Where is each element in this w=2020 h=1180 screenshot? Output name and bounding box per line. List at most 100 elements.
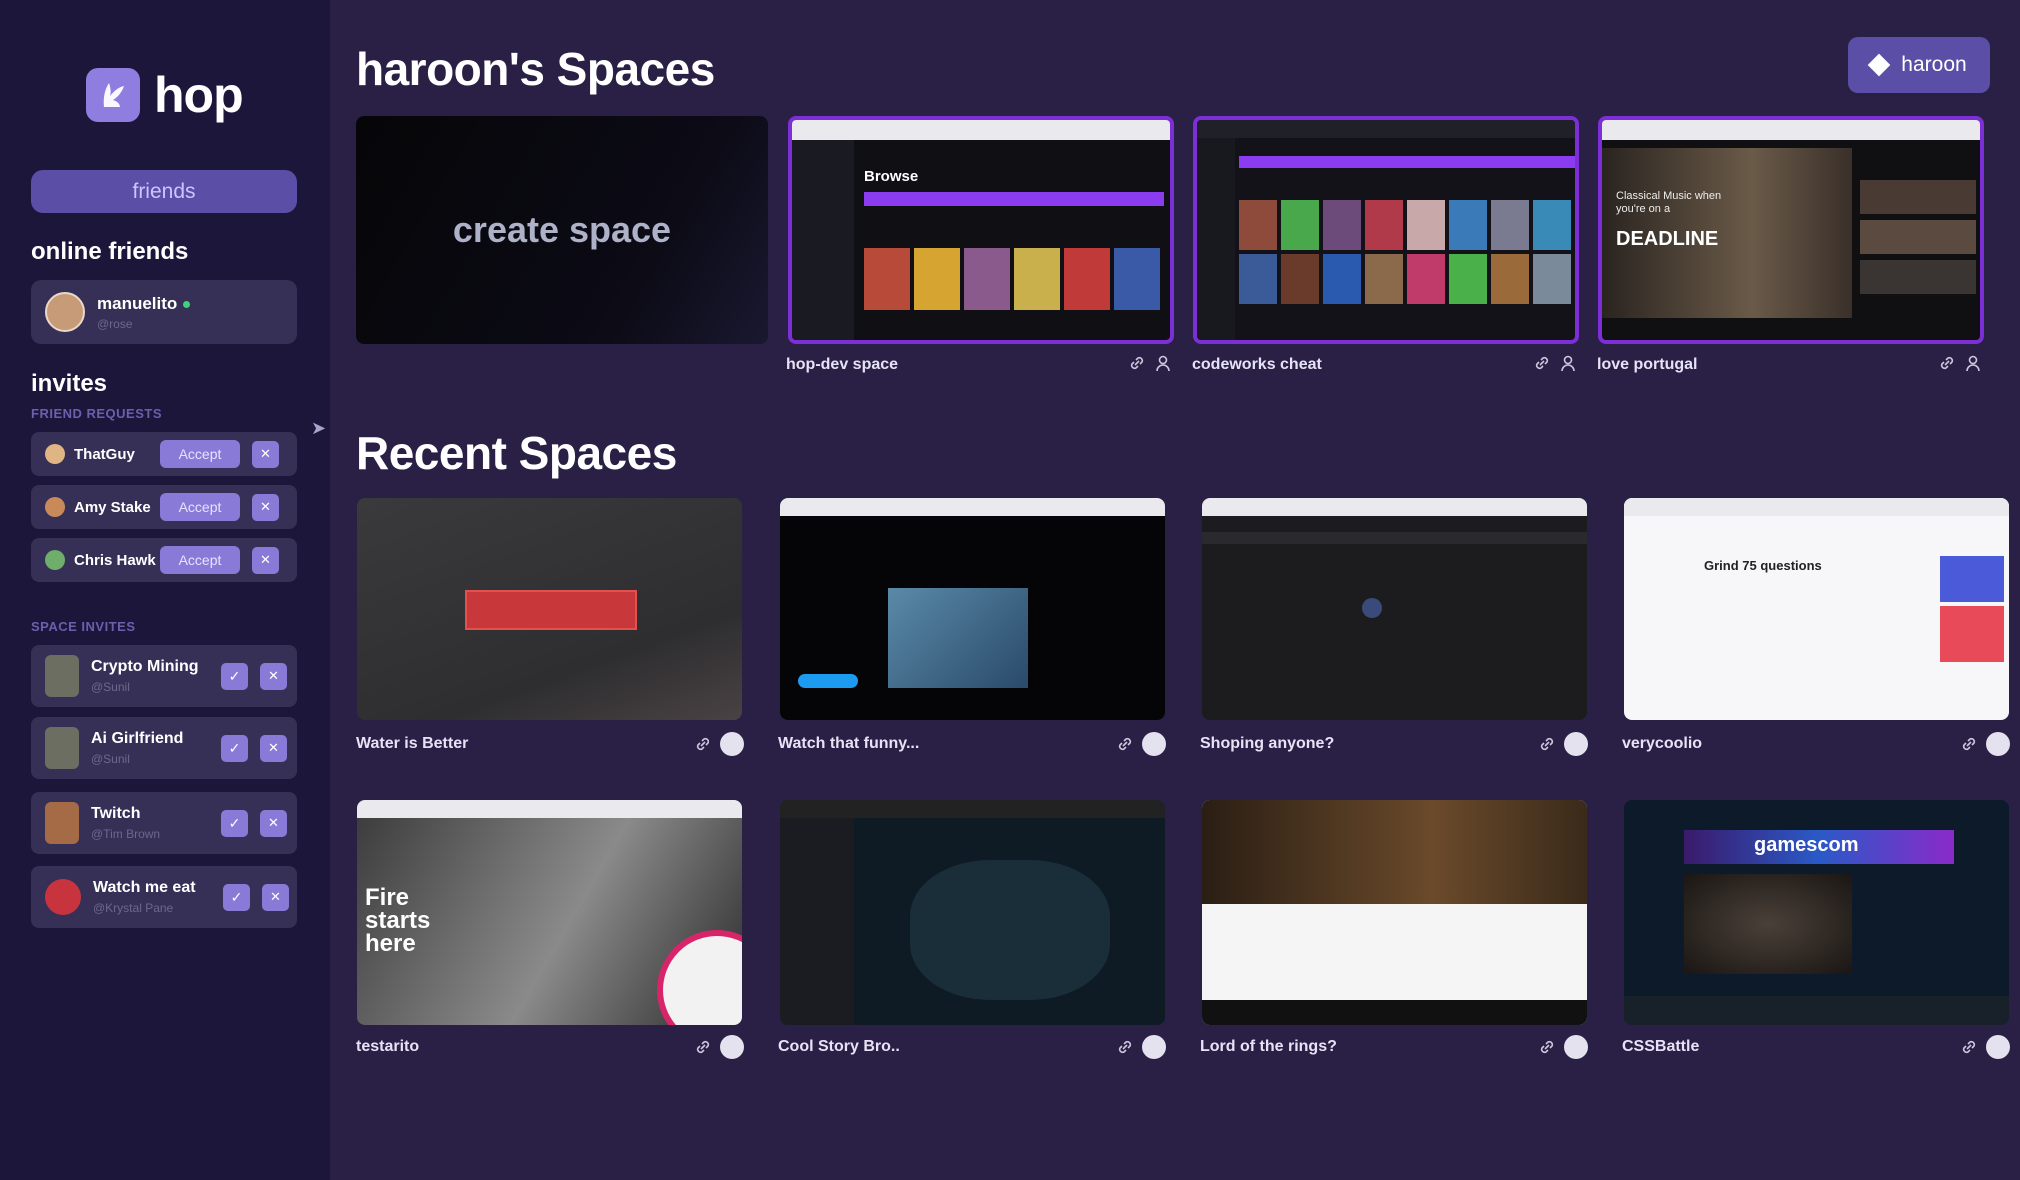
accept-button[interactable]: Accept xyxy=(160,493,240,521)
space-name[interactable]: verycoolio xyxy=(1622,735,1702,753)
mouse-cursor-icon: ➤ xyxy=(311,418,327,438)
status-toggle[interactable] xyxy=(720,1035,744,1059)
close-icon[interactable]: ✕ xyxy=(262,883,289,911)
close-icon[interactable]: ✕ xyxy=(260,662,287,690)
error-banner xyxy=(465,590,637,630)
link-icon[interactable] xyxy=(1128,354,1146,372)
reject-button[interactable]: ✕ xyxy=(252,493,279,521)
online-status-dot xyxy=(183,300,191,308)
online-friends-heading: online friends xyxy=(31,238,189,265)
link-icon[interactable] xyxy=(694,1038,712,1056)
space-invite-name: Watch me eat xyxy=(93,879,196,896)
link-icon[interactable] xyxy=(1538,735,1556,753)
space-thumbnail[interactable]: gamescom xyxy=(1624,800,2009,1025)
status-toggle[interactable] xyxy=(1564,732,1588,756)
avatar xyxy=(45,802,79,844)
friend-request-card: ThatGuy Accept ✕ xyxy=(31,432,297,476)
thumb-classical-text: Classical Music when you're on a xyxy=(1616,190,1722,215)
create-space-card[interactable]: create space xyxy=(356,116,768,344)
status-toggle[interactable] xyxy=(1142,732,1166,756)
accept-button[interactable]: Accept xyxy=(160,440,240,468)
diamond-icon xyxy=(1867,53,1891,77)
space-name[interactable]: Cool Story Bro.. xyxy=(778,1038,900,1056)
avatar xyxy=(45,550,65,570)
accept-button[interactable]: Accept xyxy=(160,546,240,574)
rabbit-icon xyxy=(86,68,140,122)
close-icon[interactable]: ✕ xyxy=(260,734,287,762)
space-thumbnail[interactable] xyxy=(780,498,1165,720)
link-icon[interactable] xyxy=(1960,735,1978,753)
user-icon[interactable] xyxy=(1559,354,1577,372)
space-name[interactable]: Water is Better xyxy=(356,735,468,753)
space-thumbnail[interactable] xyxy=(1193,116,1579,344)
space-thumbnail[interactable] xyxy=(1202,498,1587,720)
user-icon[interactable] xyxy=(1154,354,1172,372)
thumb-fire-text: here xyxy=(365,930,416,957)
space-thumbnail[interactable]: Classical Music when you're on a DEADLIN… xyxy=(1598,116,1984,344)
link-icon[interactable] xyxy=(1116,1038,1134,1056)
thumb-fire-text: Fire xyxy=(365,884,410,911)
avatar xyxy=(45,444,65,464)
link-icon[interactable] xyxy=(1116,735,1134,753)
status-toggle[interactable] xyxy=(1142,1035,1166,1059)
space-invite-handle: @Krystal Pane xyxy=(93,901,174,915)
space-invite-handle: @Sunil xyxy=(91,752,130,766)
friend-name: manuelito xyxy=(97,293,178,313)
space-name[interactable]: Watch that funny... xyxy=(778,735,919,753)
space-thumbnail[interactable] xyxy=(357,498,742,720)
check-icon[interactable]: ✓ xyxy=(221,662,248,690)
space-thumbnail[interactable] xyxy=(780,800,1165,1025)
space-invite-card: Watch me eat @Krystal Pane ✓ ✕ xyxy=(31,866,297,928)
space-thumbnail[interactable]: Fire starts here xyxy=(357,800,742,1025)
link-icon[interactable] xyxy=(1538,1038,1556,1056)
thumb-deadline-text: DEADLINE xyxy=(1616,228,1719,250)
thumb-fire-text: starts xyxy=(365,907,431,934)
space-name[interactable]: Lord of the rings? xyxy=(1200,1038,1337,1056)
user-name: haroon xyxy=(1901,53,1967,76)
thumb-browse-text: Browse xyxy=(864,168,919,185)
check-icon[interactable]: ✓ xyxy=(221,734,248,762)
user-icon[interactable] xyxy=(1964,354,1982,372)
link-icon[interactable] xyxy=(1533,354,1551,372)
space-invite-card: Crypto Mining @Sunil ✓ ✕ xyxy=(31,645,297,707)
space-name[interactable]: CSSBattle xyxy=(1622,1038,1699,1056)
space-name[interactable]: codeworks cheat xyxy=(1192,356,1322,374)
check-icon[interactable]: ✓ xyxy=(221,809,248,837)
reject-button[interactable]: ✕ xyxy=(252,546,279,574)
space-invite-name: Ai Girlfriend xyxy=(91,730,184,747)
space-thumbnail[interactable] xyxy=(1202,800,1587,1025)
space-name[interactable]: love portugal xyxy=(1597,356,1697,374)
app-logo[interactable]: hop xyxy=(86,66,244,124)
friend-handle: @rose xyxy=(97,316,133,331)
friend-request-card: Amy Stake Accept ✕ xyxy=(31,485,297,529)
status-toggle[interactable] xyxy=(1986,732,2010,756)
requester-name: Amy Stake xyxy=(74,498,151,516)
link-icon[interactable] xyxy=(1960,1038,1978,1056)
link-icon[interactable] xyxy=(1938,354,1956,372)
requester-name: Chris Hawk xyxy=(74,551,156,569)
space-invite-card: Twitch @Tim Brown ✓ ✕ xyxy=(31,792,297,854)
avatar xyxy=(45,292,85,332)
space-thumbnail[interactable]: Browse xyxy=(788,116,1174,344)
space-invite-handle: @Tim Brown xyxy=(91,827,161,841)
avatar xyxy=(45,727,79,769)
space-name[interactable]: Shoping anyone? xyxy=(1200,735,1334,753)
status-toggle[interactable] xyxy=(1986,1035,2010,1059)
space-name[interactable]: hop-dev space xyxy=(786,356,898,374)
avatar xyxy=(45,655,79,697)
page-title: haroon's Spaces xyxy=(356,43,715,95)
link-icon[interactable] xyxy=(694,735,712,753)
friends-button[interactable]: friends xyxy=(31,170,297,213)
space-invite-name: Twitch xyxy=(91,805,141,822)
space-thumbnail[interactable]: Grind 75 questions xyxy=(1624,498,2009,720)
online-friend-card[interactable]: manuelito @rose xyxy=(31,280,297,344)
space-name[interactable]: testarito xyxy=(356,1038,419,1056)
status-toggle[interactable] xyxy=(1564,1035,1588,1059)
app-name: hop xyxy=(154,67,244,123)
user-menu-button[interactable]: haroon xyxy=(1848,37,1990,93)
thumb-gamescom-text: gamescom xyxy=(1754,834,1859,856)
status-toggle[interactable] xyxy=(720,732,744,756)
reject-button[interactable]: ✕ xyxy=(252,440,279,468)
close-icon[interactable]: ✕ xyxy=(260,809,287,837)
check-icon[interactable]: ✓ xyxy=(223,883,250,911)
